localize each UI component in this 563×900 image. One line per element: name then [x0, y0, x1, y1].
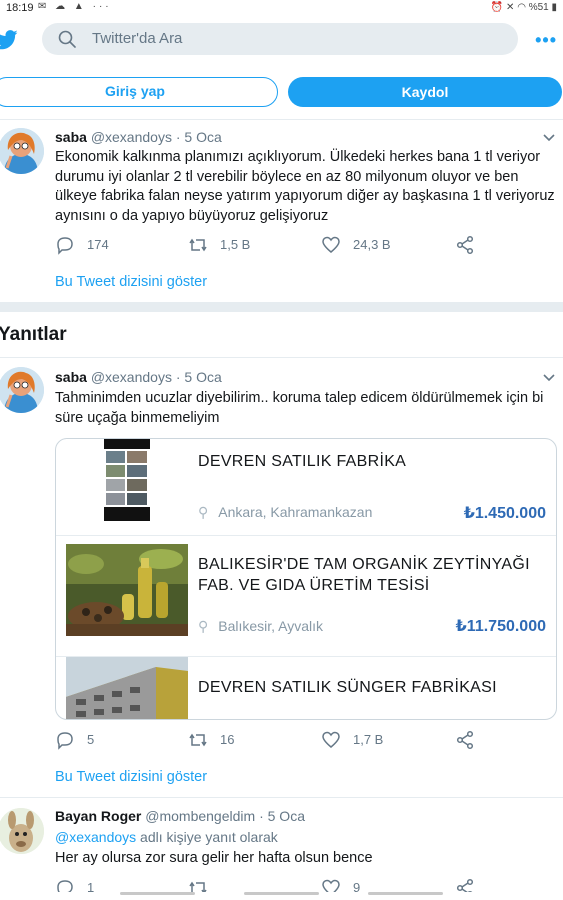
login-button[interactable]: Giriş yap — [0, 77, 278, 107]
separator-dot: · — [259, 808, 264, 824]
chevron-down-icon[interactable] — [543, 374, 555, 382]
listing-title: DEVREN SATILIK SÜNGER FABRİKASI — [198, 679, 497, 696]
tweet-actions: 5 16 1,7 B — [55, 730, 505, 750]
search-bar[interactable]: Twitter'da Ara — [42, 23, 518, 55]
listing-item[interactable]: DEVREN SATILIK SÜNGER FABRİKASI — [56, 657, 556, 719]
reply-icon — [57, 880, 73, 892]
status-bar: 18:19 ✉ ☁ ▲ ··· ⏰ ✕ ◠ %51 ▮ — [0, 0, 563, 16]
share-icon — [456, 235, 474, 255]
notification-icons: ✉ ☁ ▲ ··· — [38, 1, 112, 12]
listing-title: BALIKESİR'DE TAM ORGANİK ZEYTİNYAĞI FAB.… — [198, 556, 530, 594]
avatar-image — [0, 808, 44, 854]
share-icon — [456, 730, 474, 750]
reply-icon — [57, 732, 73, 750]
reply-count: 1 — [87, 880, 95, 892]
listing-thumbnail — [66, 657, 188, 719]
listing-location: ⚲ Ankara, Kahramankazan — [198, 504, 372, 521]
listing-location: ⚲ Balıkesir, Ayvalık — [198, 618, 323, 635]
status-time: 18:19 — [6, 2, 34, 14]
listing-thumbnail — [66, 544, 188, 636]
heart-icon — [322, 731, 340, 748]
divider — [0, 119, 563, 120]
show-thread-link[interactable]: Bu Tweet dizisini göster — [55, 274, 207, 290]
divider — [0, 797, 563, 798]
divider — [0, 357, 563, 358]
map-pin-icon: ⚲ — [198, 618, 209, 634]
like-count: 24,3 B — [353, 237, 391, 252]
nav-gesture-recents[interactable] — [368, 892, 443, 895]
author-handle[interactable]: @xexandoys — [91, 129, 172, 145]
retweet-icon — [189, 733, 207, 747]
heart-icon — [322, 879, 340, 892]
reply-count: 174 — [87, 237, 109, 252]
listing-price: ₺1.450.000 — [463, 505, 546, 522]
show-thread-link[interactable]: Bu Tweet dizisini göster — [55, 769, 207, 785]
reply-context: @xexandoys adlı kişiye yanıt olarak — [55, 829, 278, 845]
avatar[interactable] — [0, 808, 44, 854]
share-icon — [456, 878, 474, 892]
replies-heading: Yanıtlar — [0, 324, 67, 345]
chevron-down-icon[interactable] — [543, 134, 555, 142]
avatar-image — [0, 128, 44, 174]
top-bar: Twitter'da Ara ••• — [0, 18, 563, 66]
author-handle[interactable]: @xexandoys — [91, 369, 172, 385]
author-name[interactable]: Bayan Roger — [55, 808, 141, 824]
author-name[interactable]: saba — [55, 369, 87, 385]
author-name[interactable]: saba — [55, 129, 87, 145]
auth-buttons: Giriş yap Kaydol — [0, 77, 563, 109]
like-count: 9 — [353, 880, 361, 892]
nav-gesture-home[interactable] — [244, 892, 319, 895]
listing-title: DEVREN SATILIK FABRİKA — [198, 453, 407, 470]
avatar-image — [0, 367, 44, 413]
more-menu-icon[interactable]: ••• — [535, 30, 557, 51]
like-count: 1,7 B — [353, 732, 384, 747]
tweet-actions: 174 1,5 B 24,3 B — [55, 235, 505, 255]
tweet-date[interactable]: 5 Oca — [184, 369, 221, 385]
search-icon — [58, 30, 76, 48]
listing-item[interactable]: BALIKESİR'DE TAM ORGANİK ZEYTİNYAĞI FAB.… — [56, 536, 556, 656]
signup-button[interactable]: Kaydol — [288, 77, 562, 107]
reply-to-handle[interactable]: @xexandoys — [55, 829, 136, 845]
tweet-date[interactable]: 5 Oca — [184, 129, 221, 145]
system-icons: ⏰ ✕ ◠ %51 ▮ — [490, 2, 557, 13]
separator-dot: · — [175, 369, 181, 385]
twitter-logo-icon[interactable] — [0, 30, 18, 50]
search-placeholder: Twitter'da Ara — [92, 30, 183, 47]
avatar[interactable] — [0, 128, 44, 174]
tweet-header: Bayan Roger @mombengeldim · 5 Oca — [55, 808, 305, 824]
listing-price: ₺11.750.000 — [455, 618, 546, 635]
reply-count: 5 — [87, 732, 95, 747]
heart-icon — [322, 236, 340, 253]
tweet-text: Tahminimden ucuzlar diyebilirim.. koruma… — [55, 390, 544, 426]
listing-location-text: Balıkesir, Ayvalık — [218, 618, 324, 634]
retweet-count: 1,5 B — [220, 237, 251, 252]
tweet-actions: 1 9 — [55, 878, 505, 892]
author-handle[interactable]: @mombengeldim — [145, 808, 255, 824]
listing-location-text: Ankara, Kahramankazan — [218, 504, 373, 520]
listing-card[interactable]: DEVREN SATILIK FABRİKA ⚲ Ankara, Kahraman… — [55, 438, 557, 720]
tweet-text: Her ay olursa zor sura gelir her hafta o… — [55, 850, 373, 866]
tweet-date[interactable]: 5 Oca — [268, 808, 305, 824]
map-pin-icon: ⚲ — [198, 504, 209, 520]
reply-icon — [57, 237, 73, 255]
tweet-header: saba @xexandoys · 5 Oca — [55, 369, 222, 385]
listing-item[interactable]: DEVREN SATILIK FABRİKA ⚲ Ankara, Kahraman… — [56, 439, 556, 535]
tweet-text: Ekonomik kalkınma planımızı açıklıyorum.… — [55, 149, 555, 224]
retweet-icon — [189, 881, 207, 892]
nav-gesture-back[interactable] — [120, 892, 195, 895]
retweet-count: 16 — [220, 732, 235, 747]
avatar[interactable] — [0, 367, 44, 413]
section-separator — [0, 302, 563, 312]
tweet-header: saba @xexandoys · 5 Oca — [55, 129, 222, 145]
separator-dot: · — [175, 129, 181, 145]
listing-thumbnail — [66, 439, 188, 525]
reply-context-text: adlı kişiye yanıt olarak — [136, 829, 278, 845]
retweet-icon — [189, 238, 207, 252]
